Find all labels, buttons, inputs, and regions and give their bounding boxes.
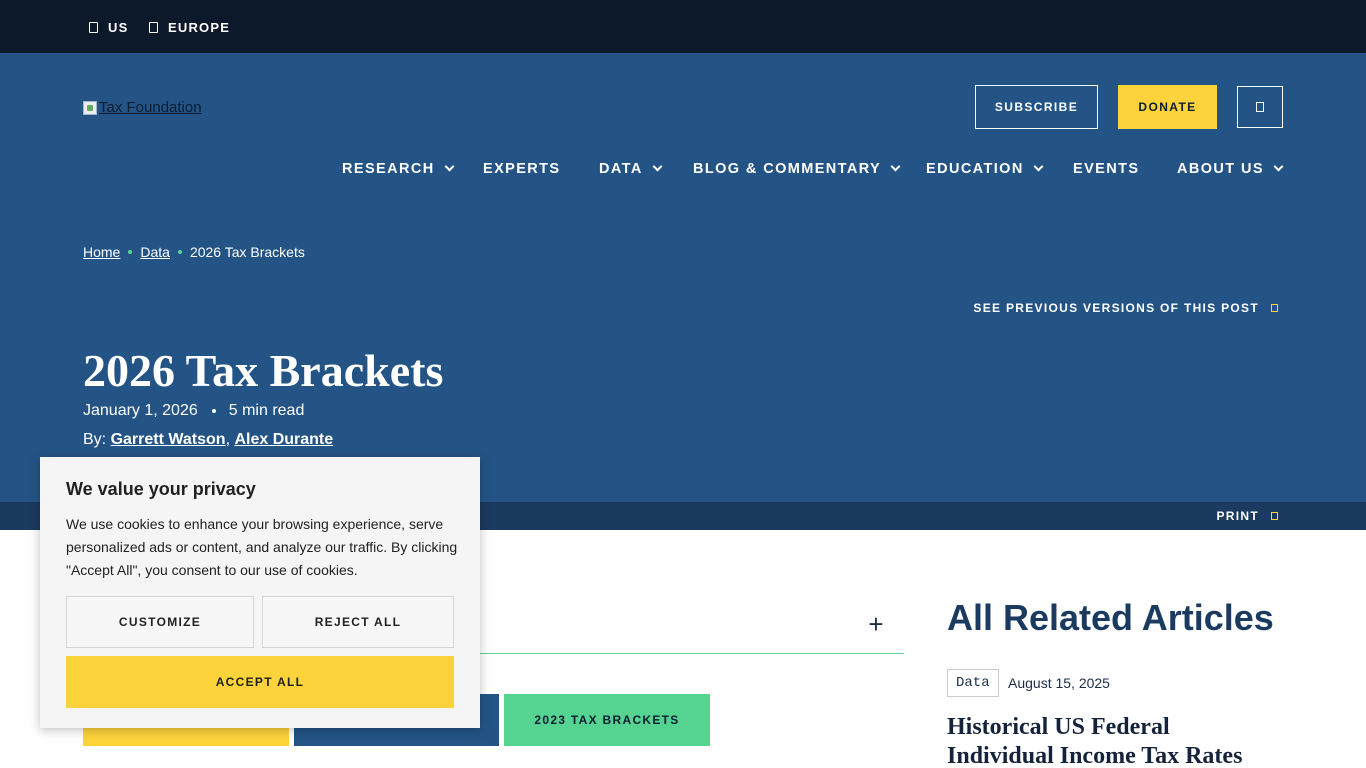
nav-label: EVENTS xyxy=(1073,161,1140,177)
author-link[interactable]: Alex Durante xyxy=(234,431,333,449)
breadcrumb-separator xyxy=(177,250,182,254)
print-button[interactable]: PRINT xyxy=(1216,509,1278,523)
related-article-tag[interactable]: Data xyxy=(947,669,999,697)
customize-button[interactable]: CUSTOMIZE xyxy=(66,596,254,648)
previous-versions-label: SEE PREVIOUS VERSIONS OF THIS POST xyxy=(973,301,1259,315)
donate-button[interactable]: DONATE xyxy=(1118,85,1217,129)
nav-label: EDUCATION xyxy=(926,161,1024,177)
article-date: January 1, 2026 xyxy=(83,402,198,419)
nav-label: EXPERTS xyxy=(483,161,561,177)
nav-experts[interactable]: EXPERTS xyxy=(483,160,561,178)
breadcrumb-current: 2026 Tax Brackets xyxy=(189,244,305,260)
nav-education[interactable]: EDUCATION xyxy=(926,160,1044,178)
print-label: PRINT xyxy=(1216,509,1259,523)
cookie-description: We use cookies to enhance your browsing … xyxy=(66,516,458,578)
nav-events[interactable]: EVENTS xyxy=(1073,160,1139,178)
related-bracket-button-2023[interactable]: 2023 TAX BRACKETS xyxy=(504,694,710,746)
chevron-down-icon xyxy=(652,161,663,172)
external-icon xyxy=(1271,304,1278,312)
related-article-date: August 15, 2025 xyxy=(1008,675,1110,691)
flag-icon xyxy=(89,21,98,33)
region-link-us[interactable]: US xyxy=(89,19,128,35)
related-articles-heading: All Related Articles xyxy=(947,597,1274,638)
breadcrumb-home[interactable]: Home xyxy=(83,244,120,260)
breadcrumb-separator xyxy=(128,250,133,254)
nav-label: ABOUT US xyxy=(1177,161,1264,177)
meta-separator xyxy=(211,409,216,413)
breadcrumb: Home Data 2026 Tax Brackets xyxy=(83,243,305,261)
search-button[interactable] xyxy=(1237,86,1283,128)
chevron-down-icon xyxy=(1033,161,1044,172)
subscribe-button[interactable]: SUBSCRIBE xyxy=(975,85,1098,129)
broken-image-icon xyxy=(83,100,97,115)
nav-about-us[interactable]: ABOUT US xyxy=(1177,160,1284,178)
chevron-down-icon xyxy=(1273,161,1284,172)
article-authors: By: Garrett Watson, Alex Durante xyxy=(83,431,334,449)
chevron-down-icon xyxy=(890,161,901,172)
search-icon xyxy=(1256,102,1264,112)
nav-label: BLOG & COMMENTARY xyxy=(693,161,882,177)
accept-all-button[interactable]: ACCEPT ALL xyxy=(66,656,454,708)
logo-link[interactable]: Tax Foundation xyxy=(83,99,202,116)
expand-plus-icon[interactable]: + xyxy=(866,611,886,637)
related-article-title[interactable]: Historical US Federal Individual Income … xyxy=(947,713,1277,768)
chevron-down-icon xyxy=(444,161,455,172)
nav-label: RESEARCH xyxy=(342,161,435,177)
read-time: 5 min read xyxy=(228,402,305,419)
article-meta: January 1, 2026 5 min read xyxy=(83,401,304,421)
cookie-consent-dialog: We value your privacy We use cookies to … xyxy=(40,457,480,728)
by-label: By: xyxy=(83,431,107,448)
cookie-title: We value your privacy xyxy=(66,479,256,499)
page-title: 2026 Tax Brackets xyxy=(83,345,444,396)
flag-icon xyxy=(149,21,158,33)
region-label: US xyxy=(108,19,129,35)
logo-alt-text: Tax Foundation xyxy=(99,99,202,116)
nav-blog-commentary[interactable]: BLOG & COMMENTARY xyxy=(693,160,901,178)
breadcrumb-data[interactable]: Data xyxy=(140,244,170,260)
author-link[interactable]: Garrett Watson xyxy=(111,431,226,449)
region-label: EUROPE xyxy=(168,19,231,35)
previous-versions-link[interactable]: SEE PREVIOUS VERSIONS OF THIS POST xyxy=(973,301,1278,315)
nav-data[interactable]: DATA xyxy=(599,160,663,178)
region-link-europe[interactable]: EUROPE xyxy=(149,19,230,35)
reject-all-button[interactable]: REJECT ALL xyxy=(262,596,454,648)
print-icon xyxy=(1271,512,1278,520)
nav-research[interactable]: RESEARCH xyxy=(342,160,455,178)
nav-label: DATA xyxy=(599,161,643,177)
